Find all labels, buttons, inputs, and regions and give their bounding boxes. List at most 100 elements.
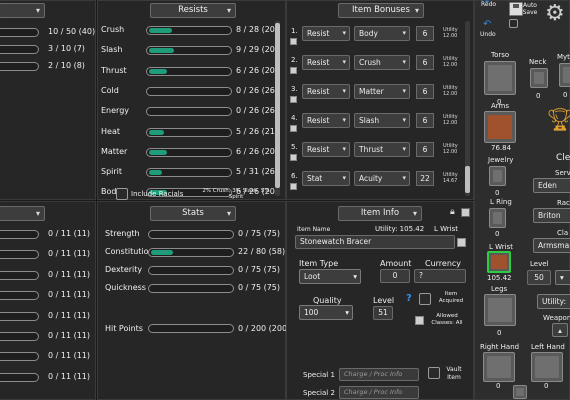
arms-slot[interactable] <box>484 111 516 143</box>
bonus-target-select[interactable]: Body ▾ <box>354 26 410 41</box>
resist-label: Thrust <box>101 65 127 75</box>
bonus-target-select[interactable]: Slash ▾ <box>354 113 410 128</box>
chevron-down-icon: ▾ <box>342 116 346 124</box>
right-hand-slot[interactable] <box>483 352 515 382</box>
level-field[interactable]: 51 <box>373 306 393 320</box>
utility-button[interactable]: Utility: <box>537 294 570 309</box>
item-info-dropdown[interactable]: Item Info ▾ <box>338 206 422 221</box>
item-type-select[interactable]: Loot ▾ <box>299 269 361 284</box>
currency-field[interactable]: ? <box>414 269 466 283</box>
skill-bar <box>0 372 39 382</box>
class-select[interactable]: Armsman <box>533 238 570 253</box>
level-select[interactable]: ▾ <box>555 270 570 285</box>
bonus-value-field[interactable]: 6 <box>416 26 434 41</box>
ranged-slot[interactable] <box>513 385 527 399</box>
bonus-type-select[interactable]: Stat ▾ <box>302 171 350 186</box>
vault-item-checkbox[interactable] <box>428 367 440 379</box>
special1-field[interactable]: Charge / Proc Info <box>339 368 419 381</box>
bonus-type-value: Resist <box>307 145 330 154</box>
bonus-utility-value: 12.00 <box>443 62 458 68</box>
race-select[interactable]: Briton <box>533 208 570 223</box>
bonus-target-select[interactable]: Matter ▾ <box>354 84 410 99</box>
chevron-down-icon: ▾ <box>402 145 406 153</box>
l-ring-slot[interactable] <box>489 208 506 228</box>
edit-bonus-icon[interactable] <box>290 38 297 45</box>
resist-bar <box>146 107 232 117</box>
chevron-down-icon: ▾ <box>342 174 346 182</box>
resists-scrollbar[interactable] <box>275 21 280 196</box>
bonus-utility-value: 12.00 <box>443 120 458 126</box>
stat-value: 0 / 75 (75) <box>238 229 281 238</box>
bonus-target-select[interactable]: Acuity ▾ <box>354 171 410 186</box>
quality-select[interactable]: 100 ▾ <box>299 305 353 320</box>
myth-slot[interactable] <box>559 63 570 87</box>
resist-bar-fill <box>149 170 162 176</box>
include-racials-label: Include Racials <box>131 190 184 198</box>
skills-dropdown-bottom[interactable]: ▾ <box>0 206 45 221</box>
hit-points-value: 0 / 200 (200) <box>238 324 291 333</box>
skills-dropdown[interactable]: ▾ <box>0 3 45 18</box>
bonus-value-field[interactable]: 6 <box>416 55 434 70</box>
edit-bonus-icon[interactable] <box>290 154 297 161</box>
bonus-value-field[interactable]: 22 <box>416 171 434 186</box>
bonus-value-field[interactable]: 6 <box>416 113 434 128</box>
bonus-utility-value: 12.00 <box>443 91 458 97</box>
char-level-field[interactable]: 50 <box>527 270 551 285</box>
bonus-number: 6. <box>291 172 298 180</box>
resist-label: Heat <box>101 126 120 136</box>
undo-label: Undo <box>480 31 496 38</box>
bonus-type-select[interactable]: Resist ▾ <box>302 142 350 157</box>
special2-field[interactable]: Charge / Proc Info <box>339 386 419 399</box>
weapons-toggle[interactable]: ▴ <box>552 323 568 337</box>
edit-bonus-icon[interactable] <box>290 125 297 132</box>
stats-dropdown[interactable]: Stats ▾ <box>150 206 236 221</box>
item-bonuses-dropdown[interactable]: Item Bonuses ▾ <box>338 3 424 18</box>
amount-field[interactable]: 0 <box>380 269 410 283</box>
bonus-value-field[interactable]: 6 <box>416 84 434 99</box>
undo-icon[interactable]: ↶ <box>483 19 491 30</box>
bonus-type-select[interactable]: Resist ▾ <box>302 55 350 70</box>
edit-bonus-icon[interactable] <box>290 183 297 190</box>
bonus-target-select[interactable]: Crush ▾ <box>354 55 410 70</box>
resist-label: Cold <box>101 85 119 95</box>
auto-save-checkbox[interactable] <box>509 19 518 28</box>
l-wrist-slot[interactable] <box>487 251 511 273</box>
edit-bonus-icon[interactable] <box>290 96 297 103</box>
edit-name-icon[interactable] <box>457 238 466 247</box>
item-name-field[interactable]: Stonewatch Bracer <box>295 235 455 249</box>
skills-panel-top: ▾ 10 / 50 (40) 3 / 10 (7) 2 / 10 (8) <box>0 0 96 200</box>
neck-slot[interactable] <box>530 68 548 88</box>
edit-bonus-icon[interactable] <box>290 67 297 74</box>
bonus-type-select[interactable]: Resist ▾ <box>302 84 350 99</box>
lock-icon[interactable]: 🔒︎ <box>450 207 455 217</box>
help-icon[interactable]: ? <box>406 293 412 304</box>
torso-slot[interactable] <box>484 61 516 95</box>
left-hand-slot[interactable] <box>531 352 563 382</box>
bonus-type-select[interactable]: Resist ▾ <box>302 26 350 41</box>
hit-points-bar <box>148 324 234 333</box>
skill-bar <box>0 291 39 301</box>
hit-points-label: Hit Points <box>105 324 143 333</box>
item-acquired-checkbox[interactable] <box>419 293 431 305</box>
bonus-type-select[interactable]: Resist ▾ <box>302 113 350 128</box>
bonus-target-select[interactable]: Thrust ▾ <box>354 142 410 157</box>
server-select[interactable]: Eden <box>533 178 570 193</box>
resists-dropdown[interactable]: Resists ▾ <box>150 3 236 18</box>
bonus-type-value: Resist <box>307 87 330 96</box>
edit-classes-icon[interactable] <box>415 316 424 325</box>
jewelry-slot[interactable] <box>489 166 506 186</box>
item-bonuses-scrollbar[interactable] <box>465 21 470 196</box>
bonus-value-field[interactable]: 6 <box>416 142 434 157</box>
gear-icon[interactable]: ⚙ <box>545 3 565 25</box>
save-icon[interactable] <box>461 208 470 217</box>
chevron-down-icon: ▾ <box>342 58 346 66</box>
skill-value: 3 / 10 (7) <box>48 44 85 53</box>
item-slot-label: L Wrist <box>434 225 458 233</box>
item-utility: Utility: 105.42 <box>375 225 425 233</box>
skill-value: 0 / 11 (11) <box>48 310 91 320</box>
include-racials-checkbox[interactable] <box>116 188 128 200</box>
legs-slot[interactable] <box>484 294 516 326</box>
resist-bar <box>146 168 232 178</box>
class-emblem-label: Cle <box>556 153 570 163</box>
chevron-down-icon: ▾ <box>353 272 357 281</box>
